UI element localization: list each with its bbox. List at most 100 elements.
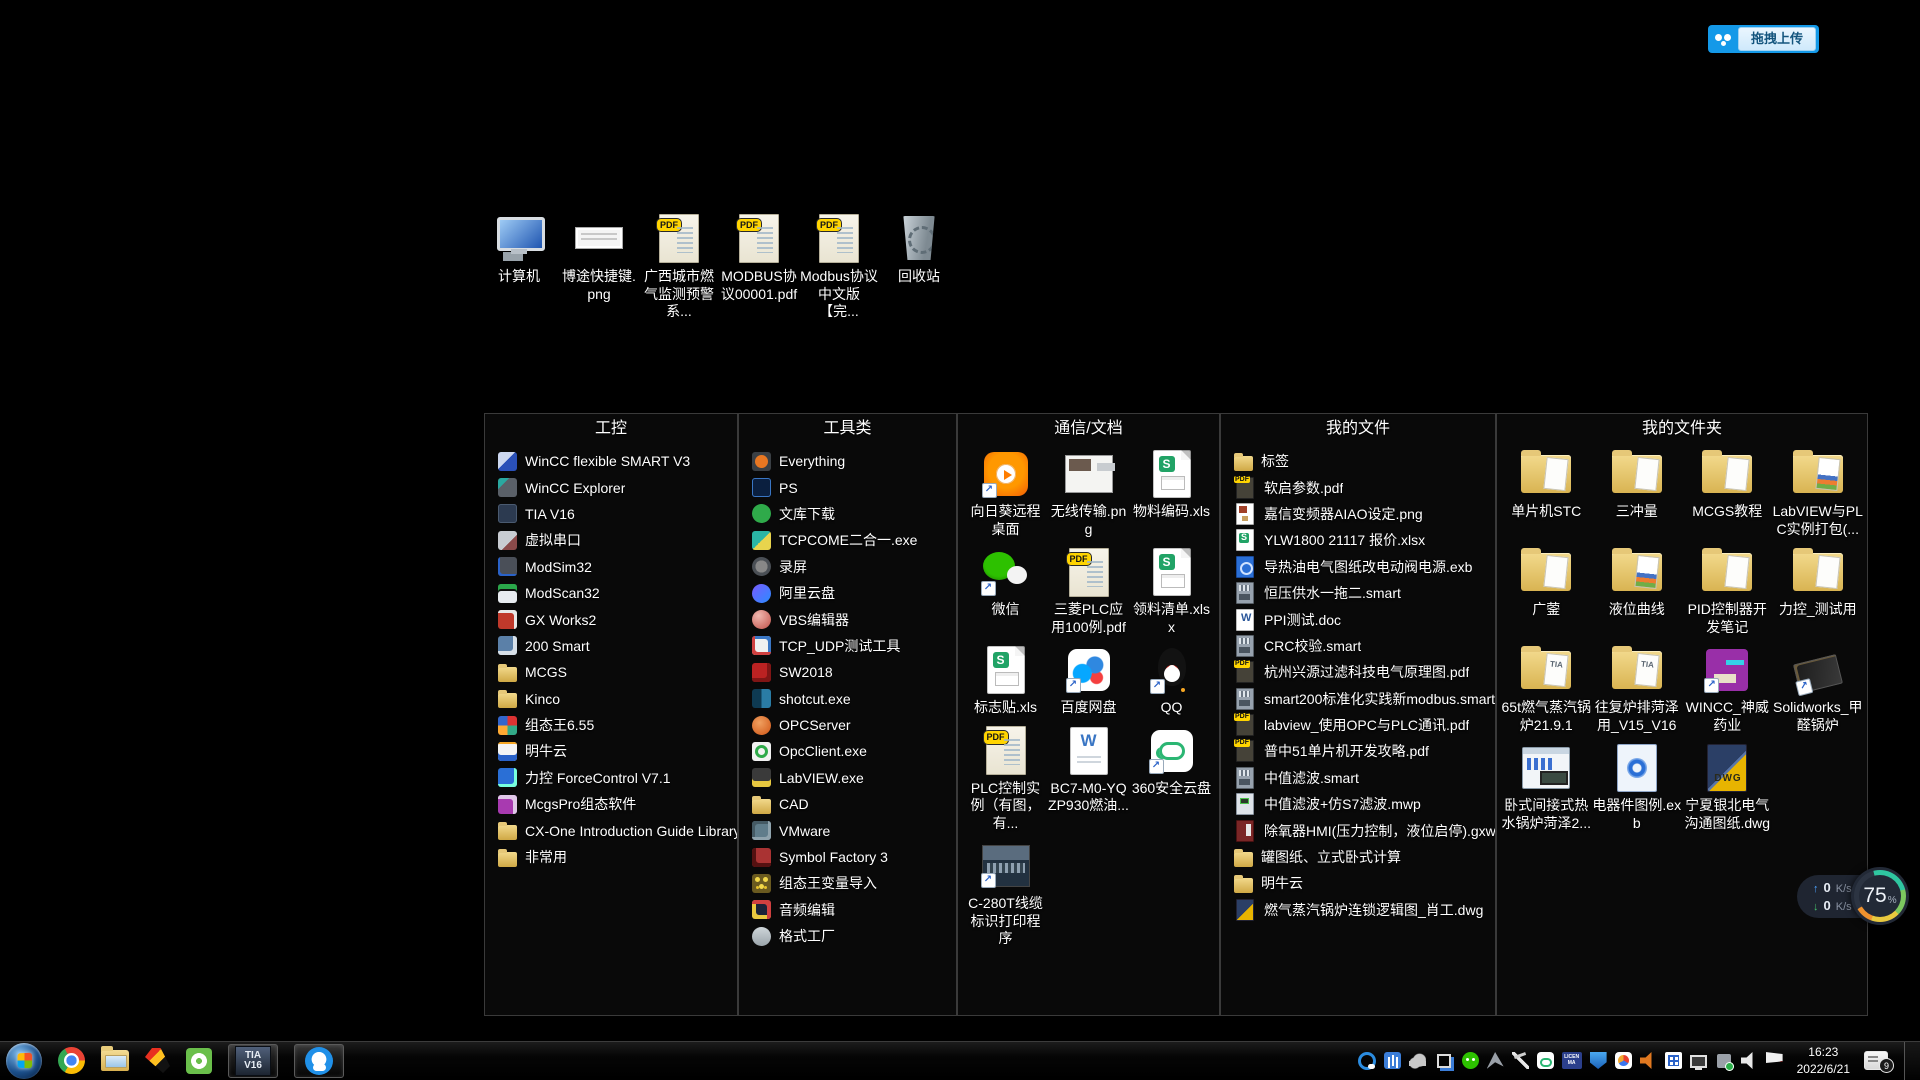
panel-list-item[interactable]: 力控 ForceControl V7.1 — [498, 765, 737, 791]
panel-list-item[interactable]: 虚拟串口 — [498, 527, 737, 553]
panel-list-item[interactable]: TCP_UDP测试工具 — [752, 633, 956, 659]
panel-list-item[interactable]: TIA V16 — [498, 501, 737, 527]
panel-grid-item[interactable]: 向日葵远程桌面 — [964, 448, 1047, 538]
panel-grid-item[interactable]: 百度网盘 — [1047, 644, 1130, 717]
panel-list-item[interactable]: McgsPro组态软件 — [498, 791, 737, 817]
panel-grid-item[interactable]: Solidworks_甲醛锅炉 — [1773, 644, 1864, 734]
panel-list-item[interactable]: Symbol Factory 3 — [752, 844, 956, 870]
panel-list-item[interactable]: smart200标准化实践新modbus.smart — [1234, 686, 1495, 712]
action-center-flag-icon[interactable] — [1766, 1052, 1783, 1069]
panel-list-item[interactable]: ModScan32 — [498, 580, 737, 606]
panel-list-item[interactable]: PDF 杭州兴源过滤科技电气原理图.pdf — [1234, 659, 1495, 685]
panel-list-item[interactable]: GX Works2 — [498, 606, 737, 632]
panel-grid-item[interactable]: QQ — [1130, 644, 1213, 717]
panel-title[interactable]: 通信/文档 — [958, 414, 1219, 444]
panel-list-item[interactable]: 中值滤波.smart — [1234, 765, 1495, 791]
panel-list-item[interactable]: TCPCOME二合一.exe — [752, 527, 956, 553]
panel-grid-item[interactable]: 单片机STC — [1501, 448, 1592, 538]
desktop-icon[interactable]: PDF 广西城市燃气监测预警系... — [639, 212, 719, 321]
notification-count-icon[interactable]: 9 — [1864, 1051, 1888, 1070]
taskbar-file-explorer-button[interactable] — [101, 1050, 129, 1071]
panel-list-item[interactable]: 200 Smart — [498, 633, 737, 659]
panel-list-item[interactable]: 燃气蒸汽锅炉连锁逻辑图_肖工.dwg — [1234, 897, 1495, 923]
window-stack-icon[interactable] — [1437, 1054, 1451, 1068]
panel-list-item[interactable]: PDF 软启参数.pdf — [1234, 474, 1495, 500]
panel-grid-item[interactable]: WINCC_神威药业 — [1682, 644, 1773, 734]
panel-title[interactable]: 我的文件 — [1221, 414, 1495, 444]
panel-list-item[interactable]: 标签 — [1234, 448, 1495, 474]
taskbar-qq-browser-button[interactable] — [294, 1044, 344, 1078]
panel-list-item[interactable]: ModSim32 — [498, 554, 737, 580]
cloud-drive-tray-icon[interactable] — [1537, 1052, 1554, 1069]
security-shield-icon[interactable] — [1590, 1052, 1607, 1069]
panel-list-item[interactable]: 格式工厂 — [752, 923, 956, 949]
panel-grid-item[interactable]: 微信 — [964, 546, 1047, 636]
panel-grid-item[interactable]: LabVIEW与PLC实例打包(... — [1773, 448, 1864, 538]
panel-list-item[interactable]: CAD — [752, 791, 956, 817]
panel-title[interactable]: 我的文件夹 — [1497, 414, 1867, 444]
panel-list-item[interactable]: 罐图纸、立式卧式计算 — [1234, 844, 1495, 870]
panel-list-item[interactable]: 音频编辑 — [752, 897, 956, 923]
panel-list-item[interactable]: WinCC flexible SMART V3 — [498, 448, 737, 474]
panel-title[interactable]: 工具类 — [739, 414, 956, 444]
panel-grid-item[interactable]: 广蓥 — [1501, 546, 1592, 636]
panel-list-item[interactable]: Kinco — [498, 686, 737, 712]
desktop-icon[interactable]: PDF MODBUS协议00001.pdf — [719, 212, 799, 321]
panel-list-item[interactable]: WinCC Explorer — [498, 474, 737, 500]
pickaxe-app-icon[interactable] — [1512, 1052, 1529, 1069]
panel-grid-item[interactable]: S 标志贴.xls — [964, 644, 1047, 717]
panel-grid-item[interactable]: PDF PLC控制实例（有图，有... — [964, 725, 1047, 833]
panel-list-item[interactable]: 恒压供水一拖二.smart — [1234, 580, 1495, 606]
panel-grid-item[interactable]: S 领料清单.xlsx — [1130, 546, 1213, 636]
taskbar-chrome-button[interactable] — [58, 1047, 85, 1074]
tricolor-ball-icon[interactable] — [1615, 1052, 1632, 1069]
panel-list-item[interactable]: 阿里云盘 — [752, 580, 956, 606]
desktop-icon[interactable]: 回收站 — [879, 212, 959, 321]
panel-list-item[interactable]: 明牛云 — [1234, 870, 1495, 896]
panel-list-item[interactable]: MCGS — [498, 659, 737, 685]
panel-grid-item[interactable]: 力控_测试用 — [1773, 546, 1864, 636]
taskbar-tia-v16-button[interactable]: TIA V16 — [228, 1044, 278, 1078]
panel-grid-item[interactable]: DWG 宁夏银北电气沟通图纸.dwg — [1682, 742, 1773, 832]
panel-grid-item[interactable]: PDF 三菱PLC应用100例.pdf — [1047, 546, 1130, 636]
panel-grid-item[interactable]: MCGS教程 — [1682, 448, 1773, 538]
safely-remove-usb-icon[interactable] — [1717, 1054, 1731, 1068]
panel-list-item[interactable]: 除氧器HMI(压力控制，液位启停).gxw — [1234, 817, 1495, 843]
desktop-icon[interactable]: 计算机 — [479, 212, 559, 321]
panel-grid-item[interactable]: 三冲量 — [1592, 448, 1683, 538]
panel-list-item[interactable]: CX-One Introduction Guide Library — [498, 817, 737, 843]
panel-list-item[interactable]: 导热油电气图纸改电动阀电源.exb — [1234, 554, 1495, 580]
panel-grid-item[interactable]: 液位曲线 — [1592, 546, 1683, 636]
taskbar-pen-tool-button[interactable] — [145, 1048, 170, 1073]
usb-device-icon[interactable] — [1384, 1052, 1401, 1069]
panel-list-item[interactable]: shotcut.exe — [752, 686, 956, 712]
qq-browser-tray-icon[interactable] — [1358, 1052, 1376, 1070]
panel-list-item[interactable]: SW2018 — [752, 659, 956, 685]
license-manager-icon[interactable]: LICEN MA — [1562, 1052, 1582, 1069]
memory-usage-ring[interactable]: 75 % — [1851, 867, 1909, 925]
panel-grid-item[interactable]: PID控制器开发笔记 — [1682, 546, 1773, 636]
panel-list-item[interactable]: PDF 普中51单片机开发攻略.pdf — [1234, 738, 1495, 764]
panel-list-item[interactable]: S YLW1800 21117 报价.xlsx — [1234, 527, 1495, 553]
audio-manager-icon[interactable] — [1640, 1052, 1657, 1069]
panel-list-item[interactable]: 非常用 — [498, 844, 737, 870]
network-status-icon[interactable] — [1690, 1055, 1707, 1068]
panel-list-item[interactable]: 组态王6.55 — [498, 712, 737, 738]
baidu-upload-widget[interactable]: 拖拽上传 — [1708, 25, 1819, 53]
cloud-sync-icon[interactable] — [1409, 1052, 1426, 1069]
panel-list-item[interactable]: 文库下载 — [752, 501, 956, 527]
panel-list-item[interactable]: 录屏 — [752, 554, 956, 580]
panel-list-item[interactable]: 中值滤波+仿S7滤波.mwp — [1234, 791, 1495, 817]
desktop-icon[interactable]: PDF Modbus协议中文版【完... — [799, 212, 879, 321]
panel-grid-item[interactable]: TIA 65t燃气蒸汽锅炉21.9.1 — [1501, 644, 1592, 734]
panel-list-item[interactable]: CRC校验.smart — [1234, 633, 1495, 659]
panel-list-item[interactable]: 嘉信变频器AIAO设定.png — [1234, 501, 1495, 527]
start-button[interactable] — [6, 1043, 42, 1079]
taskbar-clock[interactable]: 16:23 2022/6/21 — [1797, 1044, 1850, 1076]
desktop-icon[interactable]: 博途快捷键.png — [559, 212, 639, 321]
panel-list-item[interactable]: VBS编辑器 — [752, 606, 956, 632]
panel-list-item[interactable]: LabVIEW.exe — [752, 765, 956, 791]
panel-grid-item[interactable]: 无线传输.png — [1047, 448, 1130, 538]
panel-list-item[interactable]: 组态王变量导入 — [752, 870, 956, 896]
volume-icon[interactable] — [1741, 1052, 1758, 1069]
